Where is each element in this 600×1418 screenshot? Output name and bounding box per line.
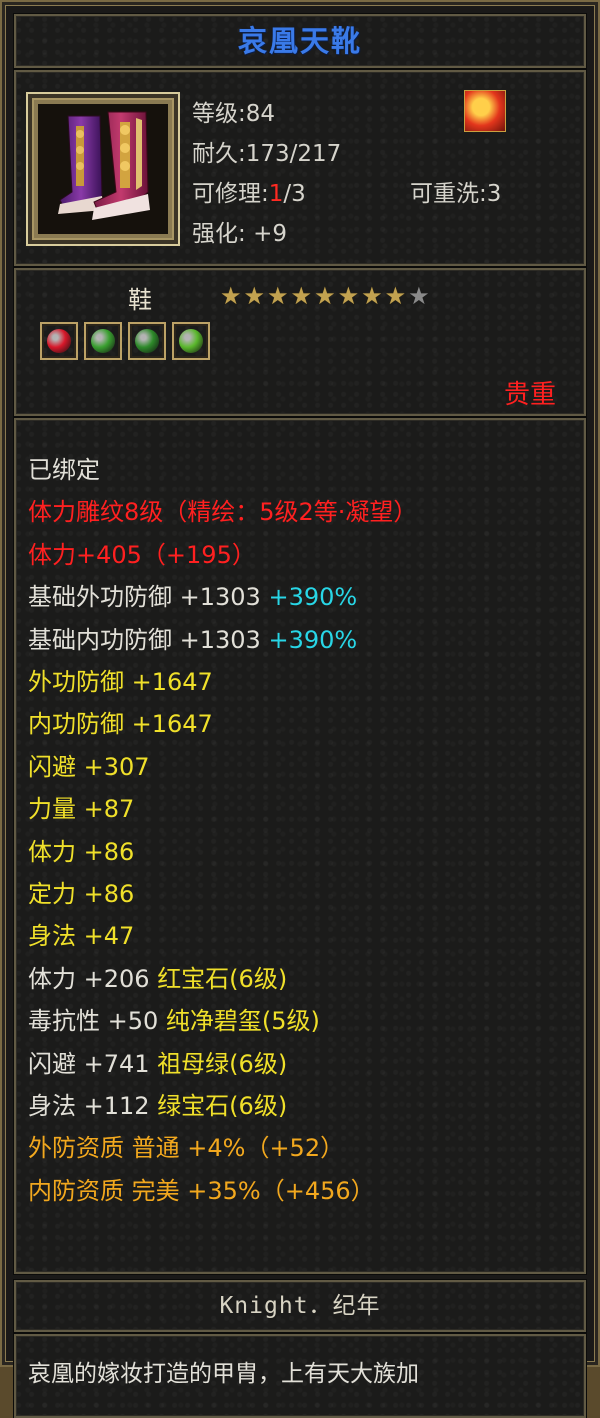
star-filled-icon: ★ bbox=[267, 282, 289, 310]
star-empty-icon: ★ bbox=[408, 282, 430, 310]
item-type: 鞋 bbox=[128, 286, 152, 314]
level-line: 等级:84 bbox=[192, 101, 276, 127]
stat-line: 已绑定 bbox=[28, 456, 100, 484]
star-filled-icon: ★ bbox=[384, 282, 407, 310]
gem-slot[interactable] bbox=[84, 322, 122, 360]
stat-line: 毒抗性 +50 纯净碧玺(5级) bbox=[28, 1001, 320, 1036]
durability-line: 耐久:173/217 bbox=[192, 141, 342, 167]
item-portrait-frame bbox=[26, 92, 180, 246]
stat-line: 基础外功防御 +1303 +390% bbox=[28, 577, 357, 612]
rewash-value: 3 bbox=[486, 181, 502, 207]
stat-bonus: +390% bbox=[268, 625, 358, 654]
stat-value: 身法 +112 bbox=[28, 1092, 158, 1120]
rewash-line: 可重洗:3 bbox=[410, 181, 502, 207]
item-title-panel: 哀凰天靴 bbox=[14, 14, 586, 68]
stat-line: 基础内功防御 +1303 +390% bbox=[28, 620, 357, 655]
durability-value: 173/217 bbox=[245, 141, 342, 167]
stat-line: 体力雕纹8级（精绘：5级2等·凝望） bbox=[28, 498, 418, 527]
green-gem-icon bbox=[91, 329, 115, 353]
star-filled-icon: ★ bbox=[220, 282, 242, 310]
stat-bonus: 纯净碧玺(5级) bbox=[165, 1007, 320, 1036]
repair-line: 可修理:1/3 bbox=[192, 181, 306, 207]
boots-icon bbox=[38, 104, 168, 234]
stat-bonus: 绿宝石(6级) bbox=[157, 1092, 288, 1120]
stat-value: 闪避 +741 bbox=[28, 1049, 158, 1078]
stat-line: 外防资质 普通 +4%（+52） bbox=[28, 1134, 345, 1163]
enhance-line: 强化: +9 bbox=[192, 221, 287, 247]
stat-value: 体力 +206 bbox=[28, 964, 158, 993]
stat-line: 身法 +47 bbox=[28, 922, 135, 951]
stat-line: 定力 +86 bbox=[28, 880, 135, 908]
jade-gem-icon bbox=[179, 329, 203, 353]
item-info-panel: 等级:84 耐久:173/217 可修理:1/3 可重洗:3 强化: +9 bbox=[14, 70, 586, 266]
stat-value: 基础外功防御 +1303 bbox=[28, 583, 269, 612]
gem-slots bbox=[40, 322, 210, 360]
durability-label: 耐久 bbox=[192, 141, 238, 167]
stat-line: 体力 +86 bbox=[28, 837, 135, 866]
stat-value: 毒抗性 +50 bbox=[28, 1007, 166, 1036]
stat-line: 内防资质 完美 +35%（+456） bbox=[28, 1176, 375, 1205]
stat-line: 闪避 +741 祖母绿(6级) bbox=[28, 1044, 287, 1079]
maker-name: Knight．纪年 bbox=[219, 1293, 381, 1319]
phoenix-buff-icon bbox=[464, 90, 506, 132]
star-filled-icon: ★ bbox=[314, 282, 336, 310]
star-filled-icon: ★ bbox=[290, 282, 313, 310]
red-gem-icon bbox=[47, 329, 71, 353]
star-filled-icon: ★ bbox=[337, 282, 360, 310]
gem-slot[interactable] bbox=[40, 322, 78, 360]
stat-line: 外功防御 +1647 bbox=[28, 668, 213, 696]
star-rating: ★ ★ ★ ★ ★ ★ ★ ★ ★ bbox=[220, 282, 430, 310]
stat-line: 力量 +87 bbox=[28, 795, 135, 824]
enhance-label: 强化 bbox=[192, 221, 238, 247]
level-label: 等级 bbox=[192, 101, 238, 127]
stat-line: 体力+405（+195） bbox=[28, 540, 256, 569]
level-value: 84 bbox=[245, 101, 276, 127]
item-stats-panel: 已绑定体力雕纹8级（精绘：5级2等·凝望） 体力+405（+195） 基础外功防御 … bbox=[14, 418, 586, 1274]
stat-line: 内功防御 +1647 bbox=[28, 710, 213, 739]
description-text: 哀凰的嫁妆打造的甲胄，上有天大族加 bbox=[28, 1361, 419, 1387]
stat-value: 基础内功防御 +1303 bbox=[28, 625, 269, 654]
gem-slot[interactable] bbox=[128, 322, 166, 360]
star-filled-icon: ★ bbox=[361, 282, 383, 310]
stat-line: 闪避 +307 bbox=[28, 752, 150, 781]
gem-slot[interactable] bbox=[172, 322, 210, 360]
stat-line: 体力 +206 红宝石(6级) bbox=[28, 959, 287, 994]
rarity-label: 贵重 bbox=[503, 380, 556, 410]
repair-label: 可修理 bbox=[192, 181, 261, 207]
green-leaf-gem-icon bbox=[135, 329, 159, 353]
star-filled-icon: ★ bbox=[243, 282, 266, 310]
stat-line: 身法 +112 绿宝石(6级) bbox=[28, 1086, 287, 1121]
maker-panel: Knight．纪年 bbox=[14, 1280, 586, 1332]
stat-bonus: 红宝石(6级) bbox=[157, 964, 288, 993]
item-attributes-panel: 鞋 ★ ★ ★ ★ ★ ★ ★ ★ ★ 贵重 bbox=[14, 268, 586, 416]
rewash-label: 可重洗 bbox=[410, 181, 479, 207]
stat-bonus: +390% bbox=[268, 583, 358, 612]
repair-total: /3 bbox=[283, 181, 306, 207]
stat-bonus: 祖母绿(6级) bbox=[157, 1049, 288, 1078]
repair-used: 1 bbox=[268, 181, 284, 207]
item-tooltip: 哀凰天靴 等级:84 耐久:173/217 可修理:1/3 可重洗:3 强化: … bbox=[0, 0, 600, 1418]
description-panel: 哀凰的嫁妆打造的甲胄，上有天大族加 bbox=[14, 1334, 586, 1418]
enhance-value: +9 bbox=[253, 221, 287, 247]
item-name: 哀凰天靴 bbox=[237, 24, 362, 58]
